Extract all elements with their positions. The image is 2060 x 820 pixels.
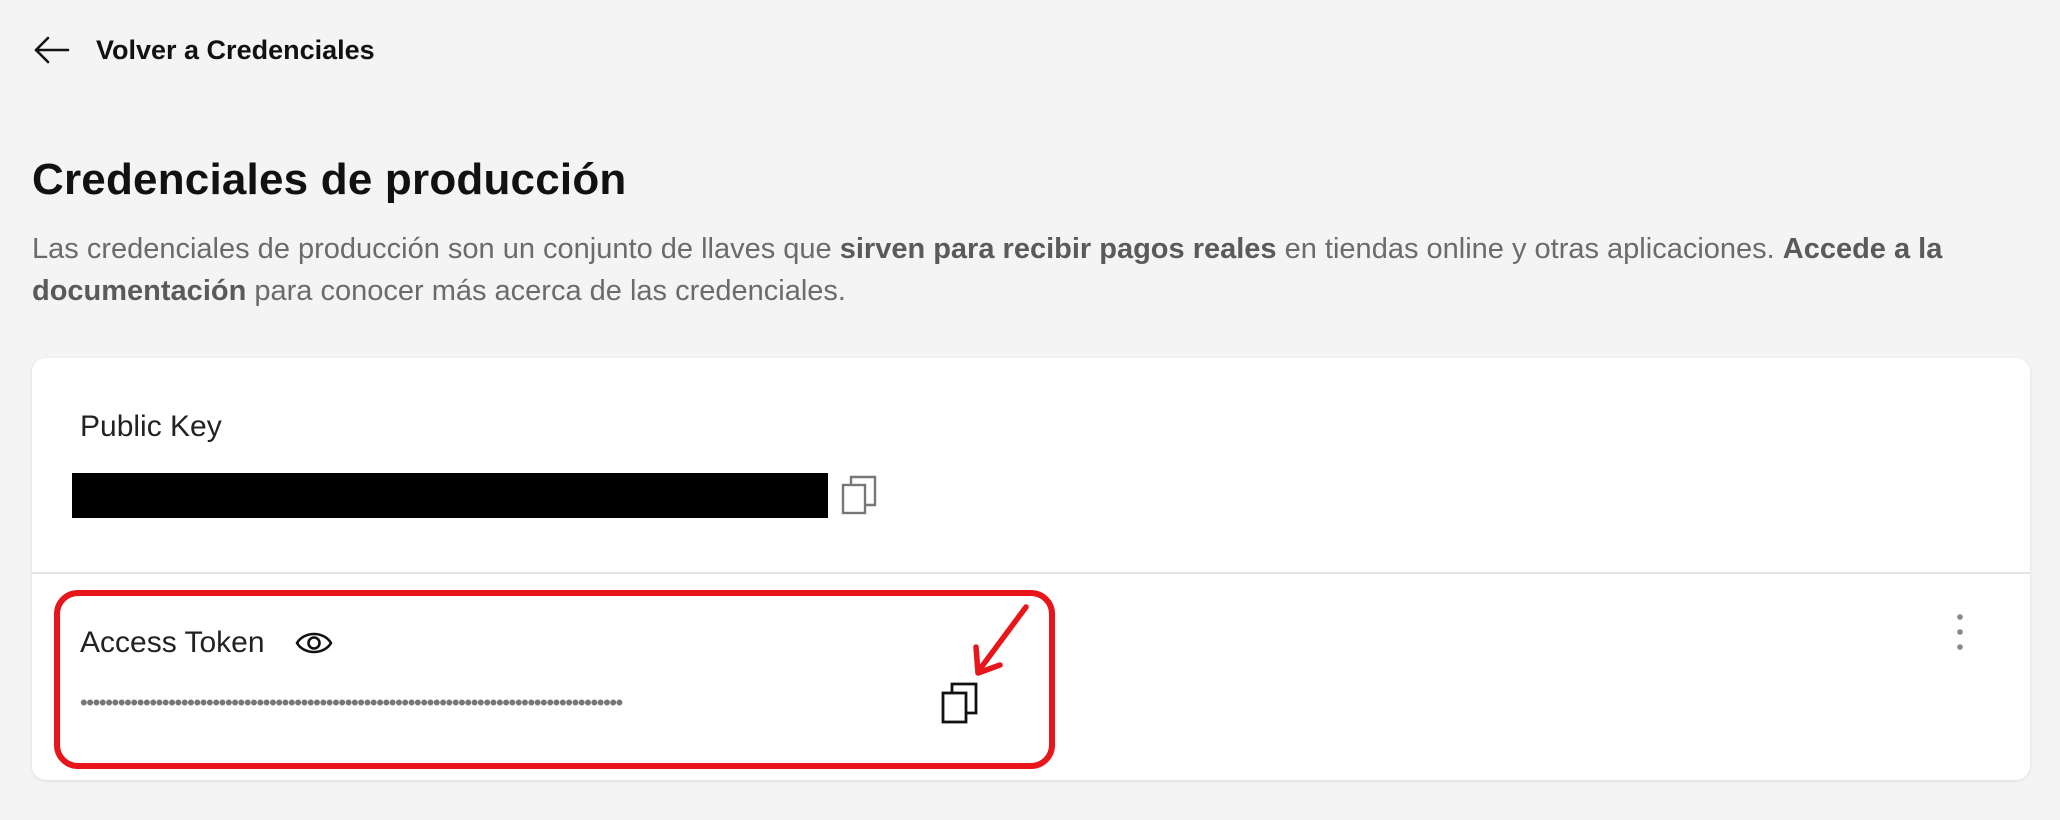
credentials-card: Public Key Access Token ••••••••••••••••… — [32, 358, 2030, 780]
access-token-label: Access Token — [80, 626, 265, 659]
public-key-value-redacted — [72, 473, 828, 518]
copy-icon[interactable] — [840, 474, 880, 516]
back-link-label[interactable]: Volver a Credenciales — [96, 35, 375, 66]
page-title: Credenciales de producción — [32, 155, 627, 204]
arrow-left-icon[interactable] — [32, 30, 72, 70]
copy-icon[interactable] — [940, 681, 980, 725]
description-text: para conocer más acerca de las credencia… — [246, 275, 846, 307]
back-to-credentials-link[interactable]: Volver a Credenciales — [32, 28, 375, 72]
description-text: Las credenciales de producción son un co… — [32, 233, 840, 265]
page-description: Las credenciales de producción son un co… — [32, 228, 2022, 312]
more-vertical-icon[interactable] — [1950, 610, 1970, 654]
description-text: en tiendas online y otras aplicaciones. — [1276, 233, 1783, 265]
access-token-masked-value: ••••••••••••••••••••••••••••••••••••••••… — [80, 690, 623, 715]
eye-icon[interactable] — [294, 626, 334, 660]
description-bold: sirven para recibir pagos reales — [839, 233, 1277, 265]
public-key-label: Public Key — [80, 410, 222, 443]
card-divider — [32, 572, 2030, 574]
